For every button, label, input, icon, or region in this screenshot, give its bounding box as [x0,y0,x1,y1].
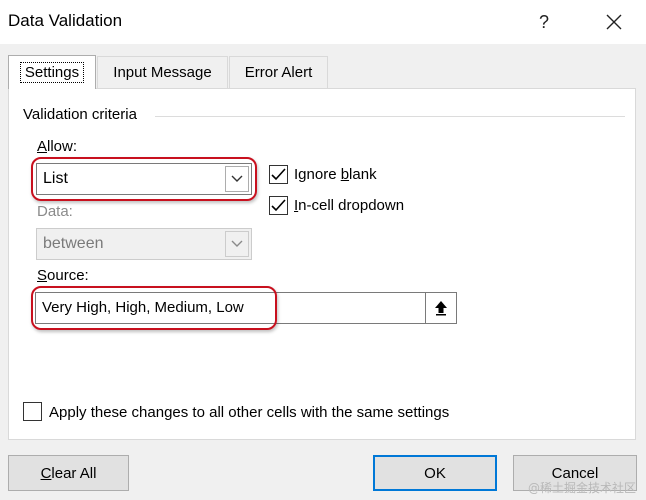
close-button[interactable] [588,0,640,44]
settings-panel: Validation criteria Allow: List Ignore b… [8,88,636,440]
ok-label: OK [424,464,446,482]
source-label: Source: [37,267,89,284]
collapse-dialog-button[interactable] [425,292,457,324]
ok-button[interactable]: OK [373,455,497,491]
checkmark-icon [271,168,286,181]
watermark: @稀土掘金技术社区 [527,481,636,495]
source-input[interactable]: Very High, High, Medium, Low [35,292,457,324]
chevron-down-icon [231,175,243,182]
up-arrow-icon [435,301,447,316]
in-cell-dropdown-label: In-cell dropdown [294,197,405,214]
title-bar: Data Validation ? [0,0,646,44]
in-cell-dropdown-checkbox[interactable] [269,196,288,215]
source-value: Very High, High, Medium, Low [42,299,244,316]
data-dropdown: between [36,228,252,260]
tab-settings-label: Settings [19,62,85,83]
data-value: between [43,235,104,252]
clear-all-button[interactable]: Clear All [8,455,129,491]
apply-all-label: Apply these changes to all other cells w… [49,404,450,421]
data-validation-dialog: Data Validation ? Settings Input Message… [0,0,646,500]
tab-error-alert[interactable]: Error Alert [229,56,328,88]
allow-value: List [43,170,68,187]
tab-input-message-label: Input Message [113,64,212,81]
data-label: Data: [37,203,73,220]
group-divider [155,116,625,117]
help-button[interactable]: ? [518,0,570,44]
help-icon: ? [538,11,549,32]
window-title: Data Validation [8,11,123,30]
allow-label: Allow: [37,138,78,155]
allow-dropdown[interactable]: List [36,163,252,195]
ignore-blank-label: Ignore blank [294,166,377,183]
tab-settings[interactable]: Settings [8,55,96,89]
tab-error-alert-label: Error Alert [244,64,313,81]
ignore-blank-checkbox[interactable] [269,165,288,184]
apply-all-checkbox[interactable] [23,402,42,421]
allow-dropdown-button[interactable] [225,166,249,192]
data-dropdown-button [225,231,249,257]
group-label: Validation criteria [23,106,137,123]
clear-all-label: Clear All [40,464,97,482]
close-icon [606,14,622,30]
tab-input-message[interactable]: Input Message [97,56,228,88]
checkmark-icon [271,199,286,212]
chevron-down-icon [231,240,243,247]
